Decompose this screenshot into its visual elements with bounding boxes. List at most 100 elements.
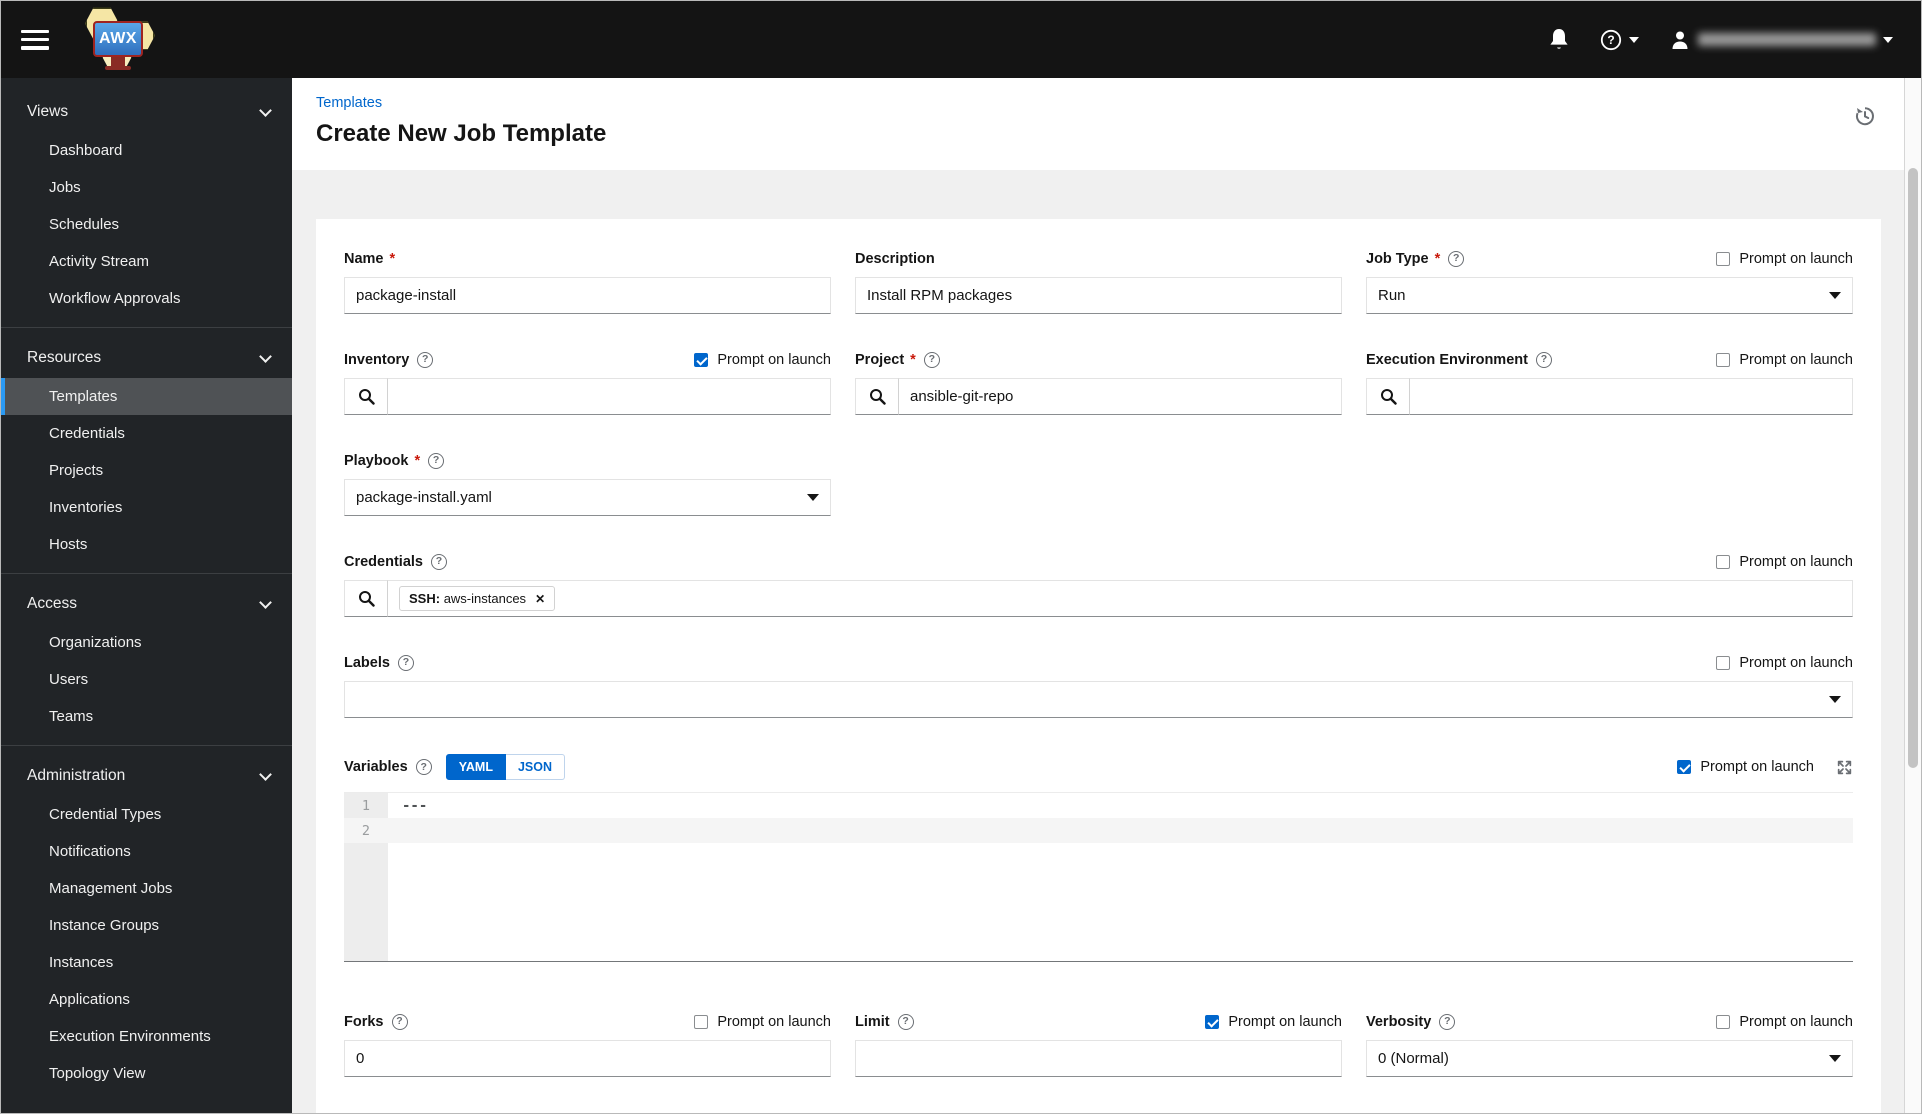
activity-history-button[interactable] <box>1853 104 1877 131</box>
help-menu-button[interactable]: ? <box>1600 29 1639 51</box>
sidebar-item-templates[interactable]: Templates <box>1 378 292 415</box>
sidebar-divider <box>1 327 292 328</box>
checkbox-unchecked[interactable] <box>1716 554 1731 569</box>
awx-logo[interactable]: AWX <box>77 7 157 73</box>
scrollbar-thumb[interactable] <box>1908 168 1918 768</box>
sidebar-group-views[interactable]: Views <box>1 92 292 132</box>
verbosity-prompt-on-launch[interactable]: Prompt on launch <box>1716 1014 1853 1030</box>
page-scrollbar[interactable] <box>1904 78 1921 1113</box>
sidebar-item-credentials[interactable]: Credentials <box>1 415 292 452</box>
labels-select[interactable] <box>344 681 1853 718</box>
execution-environment-search-button[interactable] <box>1366 378 1410 415</box>
name-input[interactable] <box>344 277 831 314</box>
sidebar-item-jobs[interactable]: Jobs <box>1 169 292 206</box>
help-icon[interactable]: ? <box>923 351 940 368</box>
sidebar-group-resources[interactable]: Resources <box>1 338 292 378</box>
sidebar-item-users[interactable]: Users <box>1 661 292 698</box>
checkbox-checked[interactable] <box>694 352 709 367</box>
sidebar-item-notifications[interactable]: Notifications <box>1 833 292 870</box>
tab-json[interactable]: JSON <box>505 754 565 780</box>
breadcrumb-templates[interactable]: Templates <box>316 95 382 111</box>
sidebar-item-workflow-approvals[interactable]: Workflow Approvals <box>1 280 292 317</box>
name-label: Name <box>344 250 384 267</box>
forks-prompt-on-launch[interactable]: Prompt on launch <box>694 1014 831 1030</box>
sidebar-item-instance-groups[interactable]: Instance Groups <box>1 907 292 944</box>
sidebar-group-access[interactable]: Access <box>1 584 292 624</box>
job-template-form: Name * Description <box>316 219 1881 1113</box>
sidebar-item-organizations[interactable]: Organizations <box>1 624 292 661</box>
credentials-chip-area[interactable]: SSH: aws-instances ✕ <box>388 580 1853 617</box>
checkbox-unchecked[interactable] <box>1716 251 1731 266</box>
tab-yaml[interactable]: YAML <box>445 754 506 780</box>
sidebar-item-execution-environments[interactable]: Execution Environments <box>1 1018 292 1055</box>
job-type-prompt-on-launch[interactable]: Prompt on launch <box>1716 251 1853 267</box>
labels-prompt-on-launch[interactable]: Prompt on launch <box>1716 655 1853 671</box>
help-icon[interactable]: ? <box>397 654 414 671</box>
field-execution-environment: Execution Environment ? Prompt on launch <box>1366 350 1853 415</box>
user-menu-button[interactable] <box>1669 29 1893 51</box>
sidebar-item-hosts[interactable]: Hosts <box>1 526 292 563</box>
help-icon[interactable]: ? <box>1448 250 1465 267</box>
credentials-prompt-on-launch[interactable]: Prompt on launch <box>1716 554 1853 570</box>
chip-close-icon[interactable]: ✕ <box>535 593 545 605</box>
help-icon[interactable]: ? <box>428 452 445 469</box>
help-icon[interactable]: ? <box>415 759 432 775</box>
checkbox-unchecked[interactable] <box>694 1014 709 1029</box>
sidebar-item-activity-stream[interactable]: Activity Stream <box>1 243 292 280</box>
checkbox-checked[interactable] <box>1677 760 1692 774</box>
description-label: Description <box>855 250 935 267</box>
project-search-button[interactable] <box>855 378 899 415</box>
nav-toggle-button[interactable] <box>21 28 51 52</box>
sidebar-group-administration[interactable]: Administration <box>1 756 292 796</box>
sidebar-item-management-jobs[interactable]: Management Jobs <box>1 870 292 907</box>
help-icon[interactable]: ? <box>1535 351 1552 368</box>
help-icon[interactable]: ? <box>1439 1013 1456 1030</box>
limit-prompt-on-launch[interactable]: Prompt on launch <box>1205 1014 1342 1030</box>
credentials-search-button[interactable] <box>344 580 388 617</box>
sidebar-item-applications[interactable]: Applications <box>1 981 292 1018</box>
credential-chip-name: aws-instances <box>443 591 527 606</box>
help-icon[interactable]: ? <box>391 1013 408 1030</box>
checkbox-unchecked[interactable] <box>1716 1014 1731 1029</box>
project-input[interactable] <box>899 378 1342 415</box>
variables-label: Variables <box>344 759 408 775</box>
checkbox-unchecked[interactable] <box>1716 352 1731 367</box>
description-input[interactable] <box>855 277 1342 314</box>
editor-expand-button[interactable] <box>1836 759 1853 776</box>
sidebar-item-dashboard[interactable]: Dashboard <box>1 132 292 169</box>
verbosity-select[interactable]: 0 (Normal) <box>1366 1040 1853 1077</box>
chevron-down-icon <box>1829 696 1841 703</box>
limit-input[interactable] <box>855 1040 1342 1077</box>
sidebar-nav: Views Dashboard Jobs Schedules Activity … <box>1 78 292 1113</box>
help-icon[interactable]: ? <box>430 553 447 570</box>
sidebar-item-topology-view[interactable]: Topology View <box>1 1055 292 1092</box>
sidebar-item-inventories[interactable]: Inventories <box>1 489 292 526</box>
sidebar-item-schedules[interactable]: Schedules <box>1 206 292 243</box>
playbook-select[interactable]: package-install.yaml <box>344 479 831 516</box>
inventory-search-button[interactable] <box>344 378 388 415</box>
user-name-redacted <box>1698 33 1876 46</box>
checkbox-unchecked[interactable] <box>1716 655 1731 670</box>
job-type-select[interactable]: Run <box>1366 277 1853 314</box>
sidebar-item-credential-types[interactable]: Credential Types <box>1 796 292 833</box>
execution-environment-input[interactable] <box>1410 378 1853 415</box>
inventory-input[interactable] <box>388 378 831 415</box>
variables-code-editor[interactable]: 1 --- 2 <box>344 792 1853 962</box>
chevron-down-icon <box>807 494 819 501</box>
user-icon <box>1672 31 1688 49</box>
code-line-active: 2 <box>344 818 1853 843</box>
checkbox-checked[interactable] <box>1205 1014 1220 1029</box>
sidebar-item-teams[interactable]: Teams <box>1 698 292 735</box>
variables-prompt-on-launch[interactable]: Prompt on launch <box>1677 759 1814 775</box>
help-icon[interactable]: ? <box>417 351 434 368</box>
code-text: --- <box>402 797 428 814</box>
sidebar-item-instances[interactable]: Instances <box>1 944 292 981</box>
notifications-button[interactable] <box>1548 28 1570 52</box>
required-marker: * <box>1434 250 1441 267</box>
forks-input[interactable] <box>344 1040 831 1077</box>
execution-environment-prompt-on-launch[interactable]: Prompt on launch <box>1716 352 1853 368</box>
search-icon <box>1380 389 1397 405</box>
sidebar-item-projects[interactable]: Projects <box>1 452 292 489</box>
inventory-prompt-on-launch[interactable]: Prompt on launch <box>694 352 831 368</box>
help-icon[interactable]: ? <box>897 1013 914 1030</box>
